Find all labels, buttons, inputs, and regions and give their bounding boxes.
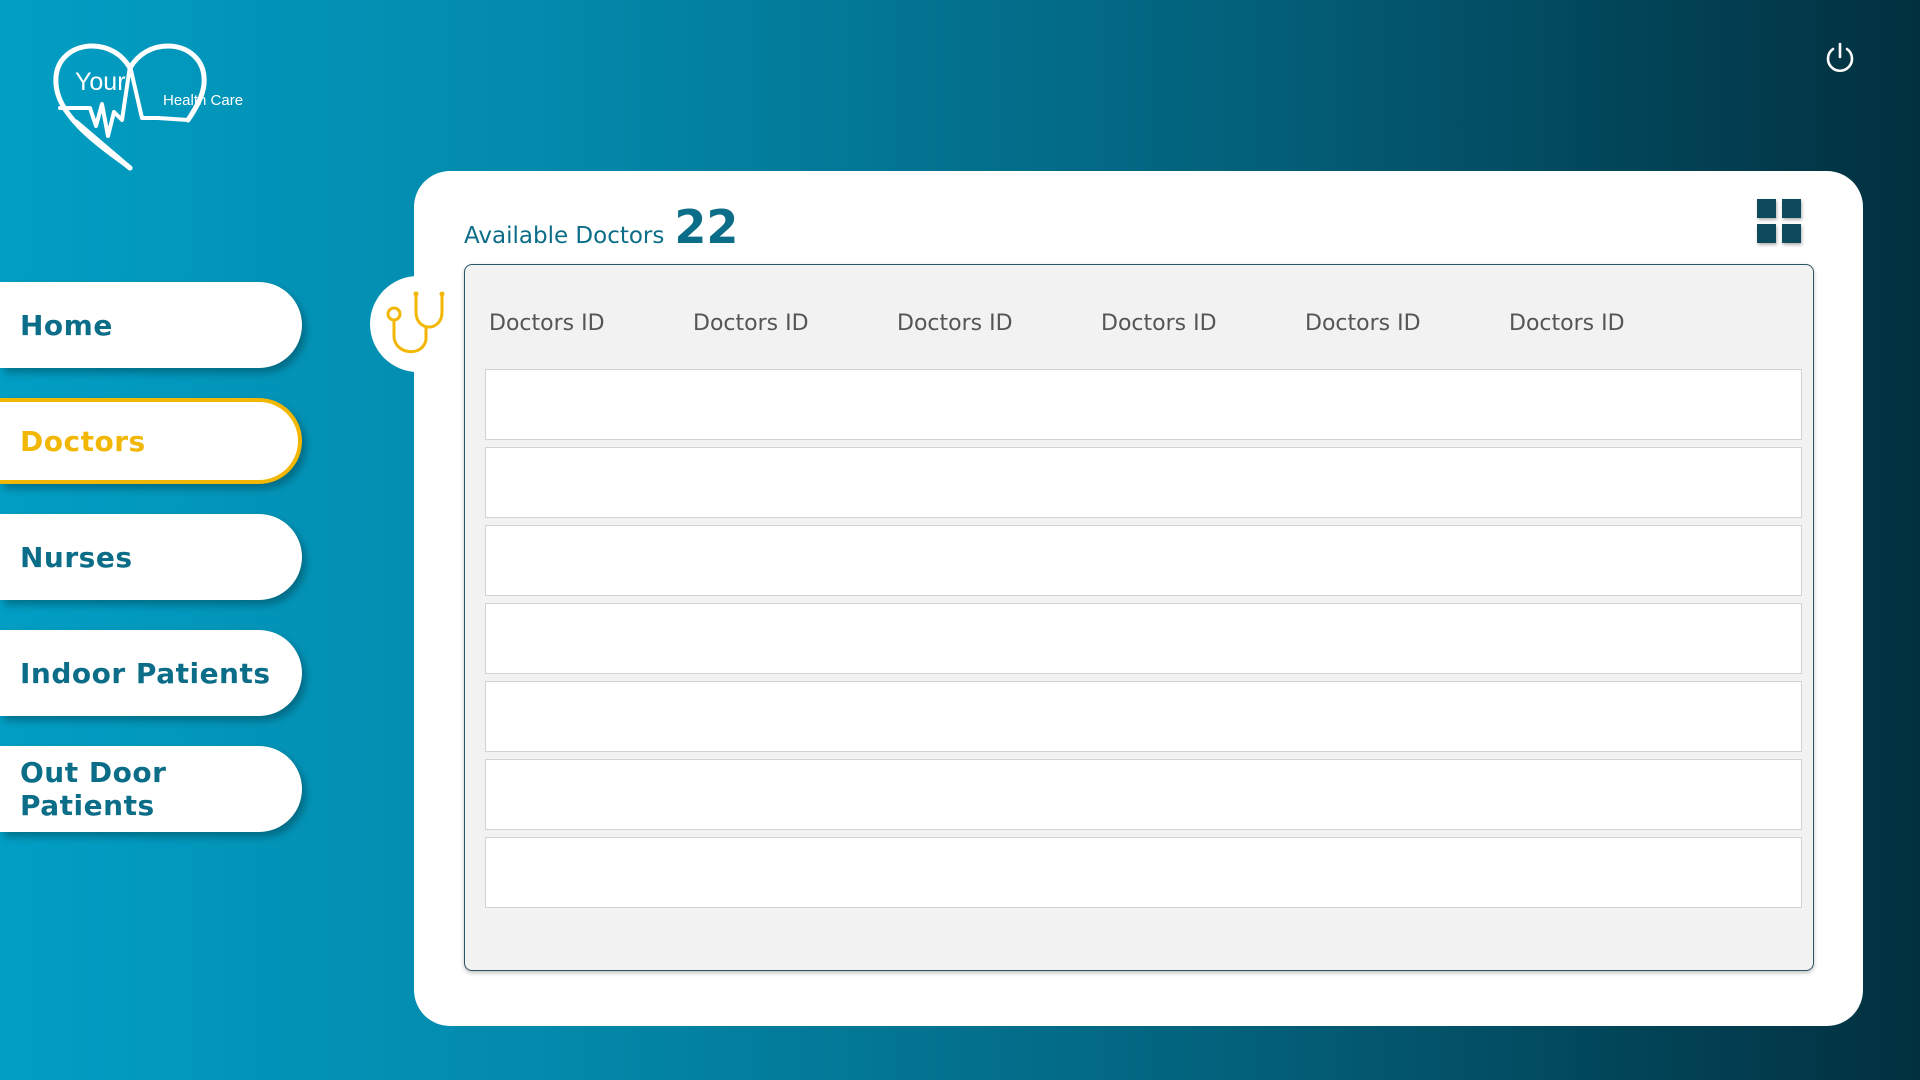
table-row[interactable] — [485, 447, 1802, 518]
available-doctors-count: 22 — [674, 200, 739, 254]
power-icon[interactable] — [1822, 40, 1858, 76]
sidebar-nav: Home Doctors Nurses Indoor Patients Out … — [0, 282, 302, 862]
table-row[interactable] — [485, 759, 1802, 830]
nav-item-doctors[interactable]: Doctors — [0, 398, 302, 484]
grid-view-icon[interactable] — [1757, 199, 1803, 245]
column-header[interactable]: Doctors ID — [489, 311, 693, 336]
nav-item-label: Indoor Patients — [20, 656, 271, 690]
stethoscope-icon — [386, 291, 445, 354]
nav-item-label: Doctors — [20, 424, 146, 458]
heart-pulse-logo-icon — [53, 43, 207, 171]
logo-title: Your — [75, 68, 126, 96]
doctors-table: Doctors ID Doctors ID Doctors ID Doctors… — [464, 264, 1814, 971]
nav-item-label: Nurses — [20, 540, 133, 574]
nav-item-nurses[interactable]: Nurses — [0, 514, 302, 600]
nav-item-label: Out Door Patients — [20, 756, 167, 822]
nav-item-label: Home — [20, 308, 113, 342]
table-row[interactable] — [485, 681, 1802, 752]
table-row[interactable] — [485, 525, 1802, 596]
available-doctors-label: Available Doctors — [464, 223, 665, 249]
table-row[interactable] — [485, 603, 1802, 674]
table-row[interactable] — [485, 369, 1802, 440]
nav-item-home[interactable]: Home — [0, 282, 302, 368]
column-header[interactable]: Doctors ID — [897, 311, 1101, 336]
column-header[interactable]: Doctors ID — [1305, 311, 1509, 336]
nav-item-outdoor-patients[interactable]: Out Door Patients — [0, 746, 302, 832]
table-body — [485, 369, 1802, 915]
logo-subtitle: Health Care — [163, 92, 244, 109]
panel-header: Available Doctors 22 — [464, 200, 738, 254]
column-header[interactable]: Doctors ID — [1509, 311, 1713, 336]
nav-item-indoor-patients[interactable]: Indoor Patients — [0, 630, 302, 716]
app-logo: Your Health Care — [50, 40, 250, 180]
column-header[interactable]: Doctors ID — [693, 311, 897, 336]
table-row[interactable] — [485, 837, 1802, 908]
table-header: Doctors ID Doctors ID Doctors ID Doctors… — [489, 311, 1713, 336]
column-header[interactable]: Doctors ID — [1101, 311, 1305, 336]
